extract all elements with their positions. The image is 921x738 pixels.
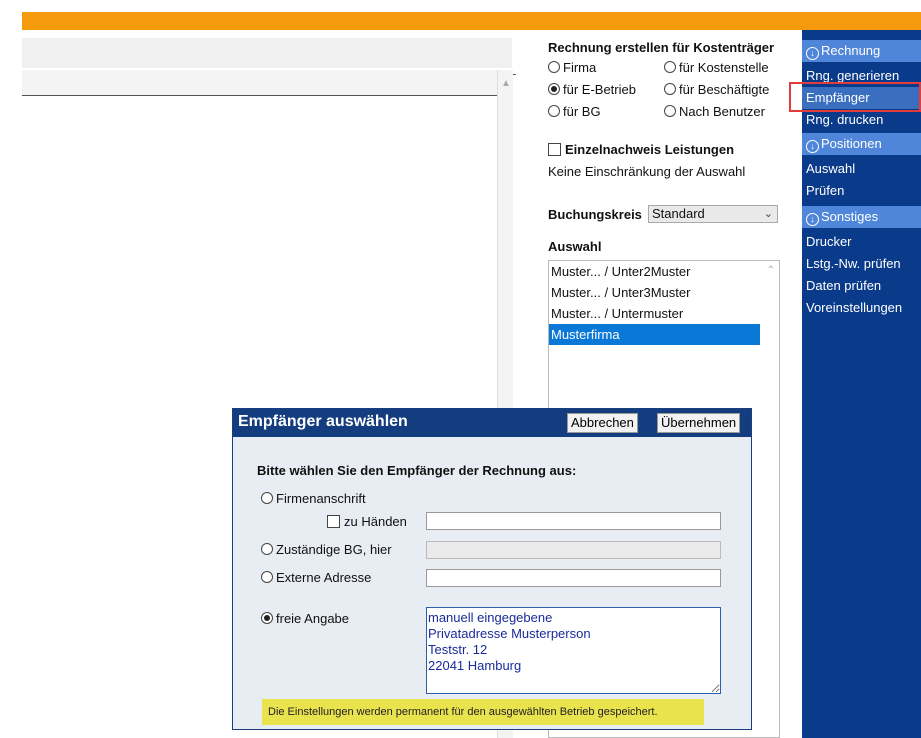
- restriction-text: Keine Einschränkung der Auswahl: [548, 164, 746, 179]
- sidebar-section-positionen[interactable]: ↓ Positionen: [802, 133, 921, 155]
- radio-icon[interactable]: [664, 83, 676, 95]
- sidebar-section-sonstiges[interactable]: ↓ Sonstiges: [802, 206, 921, 228]
- bg-input: [426, 541, 721, 559]
- sidebar-item-rng-drucken[interactable]: Rng. drucken: [802, 109, 921, 131]
- radio-nach-benutzer[interactable]: Nach Benutzer: [664, 104, 765, 119]
- radio-icon[interactable]: [548, 61, 560, 73]
- top-accent-bar: [22, 12, 921, 30]
- radio-company-address[interactable]: Firmenanschrift: [261, 491, 366, 506]
- sidebar-item-lstg-nw-pruefen[interactable]: Lstg.-Nw. prüfen: [802, 253, 921, 275]
- scroll-up-icon[interactable]: ▲: [498, 78, 514, 89]
- checkbox-icon[interactable]: [548, 143, 561, 156]
- scroll-up-icon[interactable]: ⌃: [767, 265, 775, 276]
- sidebar-item-drucker[interactable]: Drucker: [802, 231, 921, 253]
- list-item[interactable]: Muster... / Untermuster: [549, 303, 760, 324]
- cancel-button[interactable]: Abbrechen: [567, 413, 638, 433]
- sidebar-item-daten-pruefen[interactable]: Daten prüfen: [802, 275, 921, 297]
- dialog-title: Empfänger auswählen: [238, 413, 408, 430]
- radio-external-address[interactable]: Externe Adresse: [261, 570, 371, 585]
- list-scrollbar[interactable]: ⌃: [761, 261, 779, 737]
- list-item[interactable]: Muster... / Unter2Muster: [549, 261, 760, 282]
- invoice-heading: Rechnung erstellen für Kostenträger: [548, 40, 775, 55]
- chevron-down-circle-icon: ↓: [806, 213, 819, 226]
- info-note: Die Einstellungen werden permanent für d…: [262, 699, 704, 725]
- attention-checkbox[interactable]: zu Händen: [327, 514, 407, 529]
- external-address-input[interactable]: [426, 569, 721, 587]
- radio-checked-icon[interactable]: [548, 83, 560, 95]
- sidebar-section-rechnung[interactable]: ↓ Rechnung: [802, 40, 921, 62]
- radio-bg[interactable]: für BG: [548, 104, 601, 119]
- radio-icon[interactable]: [261, 571, 273, 583]
- radio-e-betrieb[interactable]: für E-Betrieb: [548, 82, 636, 97]
- toolbar-strip: [22, 38, 512, 68]
- sidebar-item-pruefen[interactable]: Prüfen: [802, 180, 921, 202]
- chevron-down-circle-icon: ↓: [806, 140, 819, 153]
- radio-free-entry[interactable]: freie Angabe: [261, 611, 349, 626]
- list-item-selected[interactable]: Musterfirma: [549, 324, 760, 345]
- dialog-prompt: Bitte wählen Sie den Empfänger der Rechn…: [257, 463, 577, 478]
- radio-beschaeftigte[interactable]: für Beschäftigte: [664, 82, 769, 97]
- detail-checkbox[interactable]: Einzelnachweis Leistungen: [548, 142, 734, 157]
- chevron-down-icon[interactable]: ⌄: [764, 206, 773, 222]
- radio-firma[interactable]: Firma: [548, 60, 596, 75]
- table-header-row: [22, 70, 516, 96]
- radio-kostenstelle[interactable]: für Kostenstelle: [664, 60, 769, 75]
- dialog-titlebar: Empfänger auswählen Abbrechen Übernehmen: [233, 409, 751, 437]
- sidebar-nav: ↓ Rechnung Rng. generieren Empfänger Rng.…: [802, 30, 921, 738]
- radio-responsible-bg[interactable]: Zuständige BG, hier: [261, 542, 392, 557]
- booking-select[interactable]: Standard ⌄: [648, 205, 778, 223]
- chevron-down-circle-icon: ↓: [806, 47, 819, 60]
- free-entry-textarea[interactable]: manuell eingegebene Privatadresse Muster…: [426, 607, 721, 694]
- radio-icon[interactable]: [261, 492, 273, 504]
- attention-input[interactable]: [426, 512, 721, 530]
- radio-icon[interactable]: [261, 543, 273, 555]
- accept-button[interactable]: Übernehmen: [657, 413, 741, 433]
- highlight-frame: [789, 82, 921, 112]
- sidebar-item-auswahl[interactable]: Auswahl: [802, 158, 921, 180]
- radio-icon[interactable]: [548, 105, 560, 117]
- sidebar-item-voreinstellungen[interactable]: Voreinstellungen: [802, 297, 921, 319]
- radio-checked-icon[interactable]: [261, 612, 273, 624]
- radio-icon[interactable]: [664, 105, 676, 117]
- booking-select-value: Standard: [652, 206, 705, 221]
- selection-heading: Auswahl: [548, 239, 602, 254]
- list-item[interactable]: Muster... / Unter3Muster: [549, 282, 760, 303]
- booking-label: Buchungskreis: [548, 207, 642, 222]
- radio-icon[interactable]: [664, 61, 676, 73]
- recipient-dialog: Empfänger auswählen Abbrechen Übernehmen…: [232, 408, 752, 730]
- checkbox-icon[interactable]: [327, 515, 340, 528]
